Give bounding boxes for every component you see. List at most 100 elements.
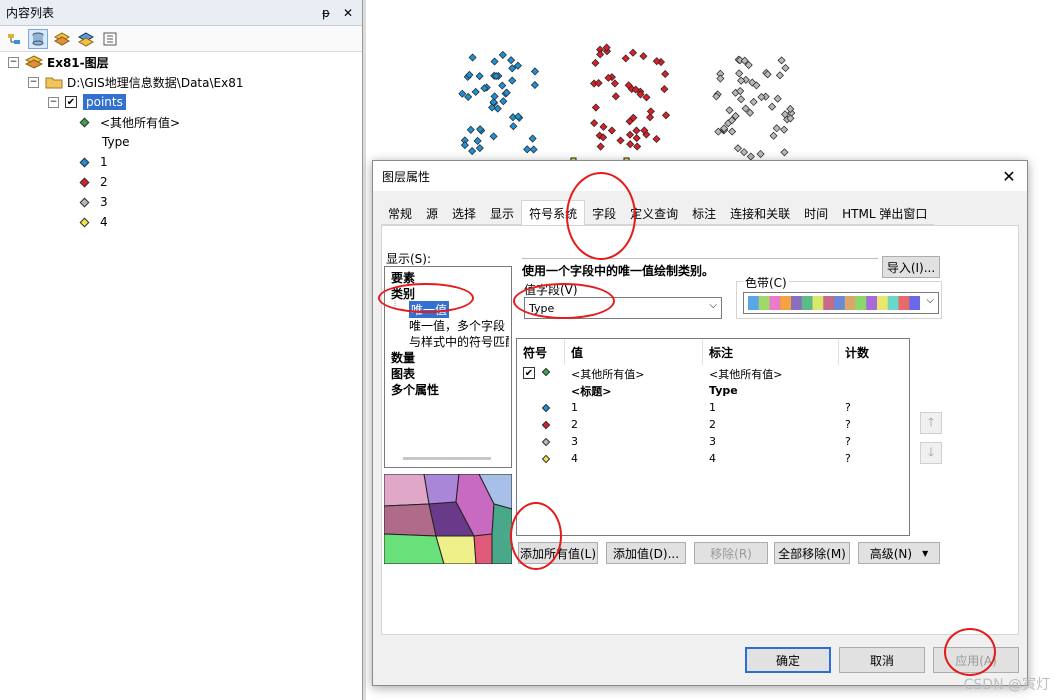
move-up-button[interactable]: 🡑 [920,412,942,434]
ramp-color-swatch [866,296,878,310]
table-row[interactable]: 1 1 ? [517,399,911,416]
remove-all-button[interactable]: 全部移除(M) [774,542,850,564]
symbol-swatch-icon[interactable] [541,454,551,463]
close-icon[interactable]: ✕ [340,6,356,20]
map-points [458,43,796,164]
show-item-quantities[interactable]: 数量 [391,349,415,366]
move-down-button[interactable]: 🡓 [920,442,942,464]
map-point [490,92,499,101]
tree-class-2[interactable]: 2 [79,172,108,192]
chevron-down-icon[interactable]: ⌵ [709,300,717,311]
table-row[interactable]: <标题> Type [517,382,911,399]
map-point [660,85,669,94]
map-point [716,74,725,83]
options-icon[interactable] [100,29,120,49]
toc-title: 内容列表 [6,6,55,20]
tab-display[interactable]: 显示 [483,203,522,225]
symbol-swatch-icon[interactable] [79,117,90,127]
table-row[interactable]: 4 4 ? [517,450,911,467]
map-point [625,130,635,139]
row-label[interactable]: 3 [709,435,716,448]
table-row[interactable]: 3 3 ? [517,433,911,450]
symbol-swatch-icon[interactable] [79,157,90,167]
folder-path: D:\GIS地理信息数据\Data\Ex81 [67,75,244,90]
map-point [475,144,484,153]
tree-class-4[interactable]: 4 [79,212,108,232]
map-point [652,134,661,144]
ok-button[interactable]: 确定 [745,647,831,673]
map-point [639,52,648,61]
map-point [735,69,744,78]
col-header-value[interactable]: 值 [565,339,703,365]
row-label[interactable]: <其他所有值> [709,366,782,382]
list-by-visibility-icon[interactable] [52,29,72,49]
row-label[interactable]: 4 [709,452,716,465]
table-row[interactable]: ✔ <其他所有值> <其他所有值> [517,365,911,382]
chevron-down-icon[interactable]: ⌵ [926,295,934,306]
symbol-swatch-icon[interactable] [541,367,551,377]
col-header-label[interactable]: 标注 [703,339,839,365]
preview-map-image [384,474,512,564]
tree-dataframe[interactable]: − Ex81-图层 [8,52,109,72]
remove-button[interactable]: 移除(R) [694,542,768,564]
list-by-selection-icon[interactable] [76,29,96,49]
close-icon[interactable]: ✕ [999,167,1019,186]
symbol-swatch-icon[interactable] [79,217,90,227]
tab-time[interactable]: 时间 [797,203,836,225]
value-grid[interactable]: 符号 值 标注 计数 ✔ <其他所有值> <其他所有值> <标题> Type 1… [516,338,910,536]
map-point [458,89,467,98]
add-values-button[interactable]: 添加值(D)... [606,542,686,564]
layer-name[interactable]: points [83,94,126,110]
symbol-swatch-icon[interactable] [79,197,90,207]
dataframe-icon [25,55,43,69]
map-point [616,136,625,145]
map-point [728,127,737,136]
map-point [590,119,599,128]
layer-visibility-checkbox[interactable]: ✔ [65,96,77,108]
horizontal-scrollbar[interactable] [403,457,491,460]
symbol-swatch-icon[interactable] [541,437,551,446]
collapse-icon[interactable]: − [8,56,19,68]
tab-general[interactable]: 常规 [381,203,420,225]
row-label[interactable]: 1 [709,401,716,414]
symbol-swatch-icon[interactable] [79,177,90,187]
row-label[interactable]: 2 [709,418,716,431]
map-point [509,122,518,131]
tab-source[interactable]: 源 [419,203,446,225]
tree-folder[interactable]: − D:\GIS地理信息数据\Data\Ex81 [28,72,243,92]
tab-selection[interactable]: 选择 [445,203,484,225]
show-item-multiple-attributes[interactable]: 多个属性 [391,381,439,398]
list-by-source-icon[interactable] [28,28,48,49]
tab-labels[interactable]: 标注 [685,203,724,225]
show-item-match-style[interactable]: 与样式中的符号匹配 [409,333,509,350]
tab-joins-relates[interactable]: 连接和关联 [723,203,798,225]
tree-class-3[interactable]: 3 [79,192,108,212]
cancel-button[interactable]: 取消 [839,647,925,673]
tree-others[interactable]: <其他所有值> [79,112,180,132]
symbology-panel: 显示(S): 要素 类别 唯一值 唯一值，多个字段 与样式中的符号匹配 数量 图… [381,225,1019,635]
pin-icon[interactable]: ᵽ [318,6,334,20]
tree-layer[interactable]: − ✔ points [48,92,126,112]
color-ramp-select[interactable]: ⌵ [743,292,939,314]
collapse-icon[interactable]: − [28,76,39,88]
tree-class-1[interactable]: 1 [79,152,108,172]
ramp-color-swatch [823,296,835,310]
symbol-swatch-icon[interactable] [541,420,551,429]
col-header-count[interactable]: 计数 [839,339,909,365]
ramp-color-swatch [844,296,856,310]
table-row[interactable]: 2 2 ? [517,416,911,433]
collapse-icon[interactable]: − [48,96,59,108]
row-label[interactable]: Type [709,384,738,397]
list-by-drawing-order-icon[interactable] [4,29,24,49]
col-header-symbol[interactable]: 符号 [517,339,565,365]
show-item-unique-values-many[interactable]: 唯一值，多个字段 [409,317,509,334]
symbol-swatch-icon[interactable] [541,403,551,412]
show-item-charts[interactable]: 图表 [391,365,415,382]
others-checkbox[interactable]: ✔ [523,367,535,379]
map-point [661,111,671,120]
advanced-button[interactable]: 高级(N) ▼ [858,542,940,564]
ramp-color-swatch [748,296,760,310]
map-point [773,94,782,103]
tab-html-popup[interactable]: HTML 弹出窗口 [835,203,935,225]
import-button[interactable]: 导入(I)... [882,256,940,278]
